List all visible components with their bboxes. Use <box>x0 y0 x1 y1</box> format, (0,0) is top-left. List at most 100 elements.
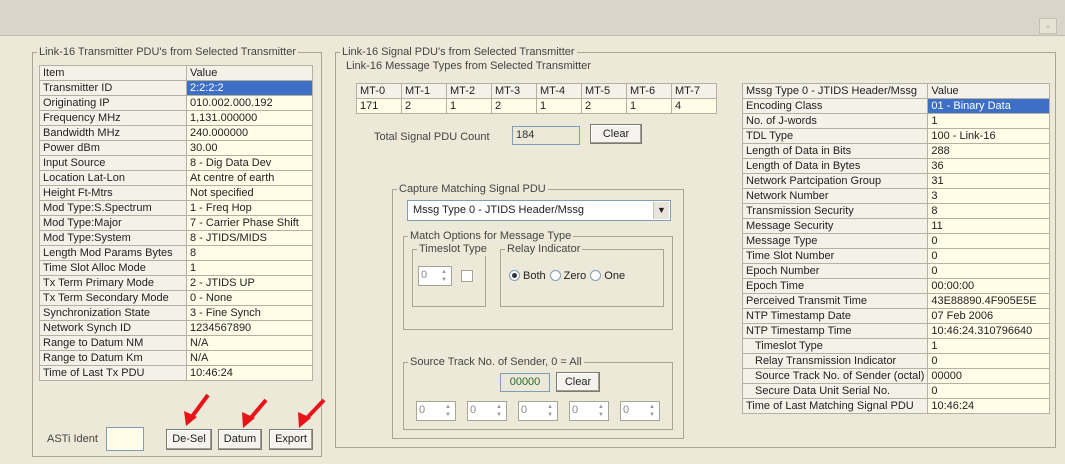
source-track-spinner[interactable]: 0 ▲ ▼ <box>416 401 456 421</box>
detail-row[interactable]: Relay Transmission Indicator 0 <box>741 353 1050 369</box>
detail-row[interactable]: Message Type 0 <box>741 233 1050 249</box>
row-item-label: Time of Last Tx PDU <box>39 365 187 381</box>
spinner-arrows-icon[interactable]: ▲ ▼ <box>595 403 607 419</box>
table-row[interactable]: Time of Last Tx PDU 10:46:24 <box>39 365 313 381</box>
detail-row[interactable]: Network Partcipation Group 31 <box>741 173 1050 189</box>
source-track-spinner[interactable]: 0 ▲ ▼ <box>620 401 660 421</box>
row-item-label: Range to Datum Km <box>39 350 187 366</box>
relay-option-label: Both <box>523 270 546 282</box>
detail-row[interactable]: Network Number 3 <box>741 188 1050 204</box>
source-track-spinner[interactable]: 0 ▲ ▼ <box>518 401 558 421</box>
detail-row[interactable]: Secure Data Unit Serial No. 0 <box>741 383 1050 399</box>
relay-option-label: One <box>604 270 626 282</box>
detail-row[interactable]: Length of Data in Bits 288 <box>741 143 1050 159</box>
desel-button[interactable]: De-Sel <box>166 429 212 450</box>
detail-item-label: Time of Last Matching Signal PDU <box>741 398 929 414</box>
message-type-count: 1 <box>536 98 582 114</box>
table-row[interactable]: Bandwidth MHz 240.000000 <box>39 125 313 141</box>
relay-indicator-group: Relay Indicator Both Zero One <box>500 243 664 307</box>
row-item-label: Mod Type:Major <box>39 215 187 231</box>
table-row[interactable]: Tx Term Secondary Mode 0 - None <box>39 290 313 306</box>
spinner-arrows-icon[interactable]: ▲ ▼ <box>493 403 505 419</box>
detail-row[interactable]: NTP Timestamp Date 07 Feb 2006 <box>741 308 1050 324</box>
detail-value: 1 <box>927 113 1050 129</box>
detail-value: 11 <box>927 218 1050 234</box>
detail-row[interactable]: NTP Timestamp Time 10:46:24.310796640 <box>741 323 1050 339</box>
match-options-title: Match Options for Message Type <box>408 230 574 243</box>
radio-button-icon[interactable] <box>549 270 561 281</box>
clear-count-button[interactable]: Clear <box>590 124 642 144</box>
detail-value: 8 <box>927 203 1050 219</box>
table-row[interactable]: Tx Term Primary Mode 2 - JTIDS UP <box>39 275 313 291</box>
export-button[interactable]: Export <box>269 429 313 450</box>
detail-item-label: NTP Timestamp Time <box>741 323 929 339</box>
detail-row[interactable]: Source Track No. of Sender (octal) 00000 <box>741 368 1050 384</box>
table-row[interactable]: Range to Datum Km N/A <box>39 350 313 366</box>
detail-value: 0 <box>927 263 1050 279</box>
asti-ident-label: ASTi Ident <box>47 433 98 445</box>
spinner-arrows-icon[interactable]: ▲ ▼ <box>646 403 658 419</box>
row-item-label: Mod Type:System <box>39 230 187 246</box>
detail-row[interactable]: Epoch Time 00:00:00 <box>741 278 1050 294</box>
spinner-arrows-icon[interactable]: ▲ ▼ <box>544 403 556 419</box>
message-type-header: MT-1 <box>401 83 447 99</box>
table-row[interactable]: Frequency MHz 1,131.000000 <box>39 110 313 126</box>
table-row[interactable]: Synchronization State 3 - Fine Synch <box>39 305 313 321</box>
detail-row[interactable]: Encoding Class 01 - Binary Data <box>741 98 1050 114</box>
table-row[interactable]: Time Slot Alloc Mode 1 <box>39 260 313 276</box>
table-row[interactable]: Height Ft-Mtrs Not specified <box>39 185 313 201</box>
row-value: 8 - JTIDS/MIDS <box>186 230 313 246</box>
table-row[interactable]: Mod Type:System 8 - JTIDS/MIDS <box>39 230 313 246</box>
table-row[interactable]: Range to Datum NM N/A <box>39 335 313 351</box>
source-track-spinner[interactable]: 0 ▲ ▼ <box>467 401 507 421</box>
detail-row[interactable]: Timeslot Type 1 <box>741 338 1050 354</box>
table-row[interactable]: Network Synch ID 1234567890 <box>39 320 313 336</box>
detail-row[interactable]: TDL Type 100 - Link-16 <box>741 128 1050 144</box>
datum-button[interactable]: Datum <box>218 429 262 450</box>
detail-row[interactable]: No. of J-words 1 <box>741 113 1050 129</box>
detail-row[interactable]: Time of Last Matching Signal PDU 10:46:24 <box>741 398 1050 414</box>
row-value: N/A <box>186 350 313 366</box>
radio-button-icon[interactable] <box>509 270 520 281</box>
timeslot-type-checkbox[interactable] <box>461 270 473 282</box>
top-toolbar-strip: ⌄ <box>0 0 1065 36</box>
detail-item-label: Encoding Class <box>741 98 929 114</box>
table-row[interactable]: Mod Type:Major 7 - Carrier Phase Shift <box>39 215 313 231</box>
detail-row[interactable]: Message Security 11 <box>741 218 1050 234</box>
detail-row[interactable]: Epoch Number 0 <box>741 263 1050 279</box>
message-type-header: MT-6 <box>626 83 672 99</box>
radio-button-icon[interactable] <box>590 270 602 281</box>
relay-option-zero[interactable]: Zero <box>549 270 586 282</box>
row-value: 1 - Freq Hop <box>186 200 313 216</box>
timeslot-type-spinner[interactable]: 0 ▲ ▼ <box>418 266 452 286</box>
detail-row[interactable]: Time Slot Number 0 <box>741 248 1050 264</box>
table-row[interactable]: Input Source 8 - Dig Data Dev <box>39 155 313 171</box>
asti-ident-field[interactable] <box>106 427 144 451</box>
chevron-down-icon[interactable]: ▼ <box>653 202 669 219</box>
detail-value: 00000 <box>927 368 1050 384</box>
table-row[interactable]: Location Lat-Lon At centre of earth <box>39 170 313 186</box>
table-row[interactable]: Power dBm 30.00 <box>39 140 313 156</box>
relay-option-one[interactable]: One <box>590 270 625 282</box>
relay-indicator-title: Relay Indicator <box>505 243 583 256</box>
message-type-dropdown[interactable]: Mssg Type 0 - JTIDS Header/Mssg ▼ <box>407 200 671 221</box>
table-row[interactable]: Transmitter ID 2:2:2:2 <box>39 80 313 96</box>
detail-item-label: TDL Type <box>741 128 929 144</box>
table-row[interactable]: Originating IP 010.002.000.192 <box>39 95 313 111</box>
source-clear-button[interactable]: Clear <box>556 372 600 392</box>
detail-item-label: Time Slot Number <box>741 248 929 264</box>
source-track-spinner[interactable]: 0 ▲ ▼ <box>569 401 609 421</box>
table-row[interactable]: Length Mod Params Bytes 8 <box>39 245 313 261</box>
transmitter-pdu-table: Item Value Transmitter ID 2:2:2:2 Originat… <box>39 65 313 381</box>
spinner-value: 0 <box>572 404 579 416</box>
row-value: 1,131.000000 <box>186 110 313 126</box>
spinner-arrows-icon[interactable]: ▲ ▼ <box>442 403 454 419</box>
table-row[interactable]: Mod Type:S.Spectrum 1 - Freq Hop <box>39 200 313 216</box>
spinner-arrows-icon[interactable]: ▲ ▼ <box>438 268 450 284</box>
detail-row[interactable]: Perceived Transmit Time 43E88890.4F905E5E <box>741 293 1050 309</box>
message-type-header: MT-4 <box>536 83 582 99</box>
collapse-arrow-icon[interactable]: ⌄ <box>1039 18 1057 34</box>
detail-row[interactable]: Transmission Security 8 <box>741 203 1050 219</box>
detail-row[interactable]: Length of Data in Bytes 36 <box>741 158 1050 174</box>
relay-option-both[interactable]: Both <box>509 270 546 282</box>
